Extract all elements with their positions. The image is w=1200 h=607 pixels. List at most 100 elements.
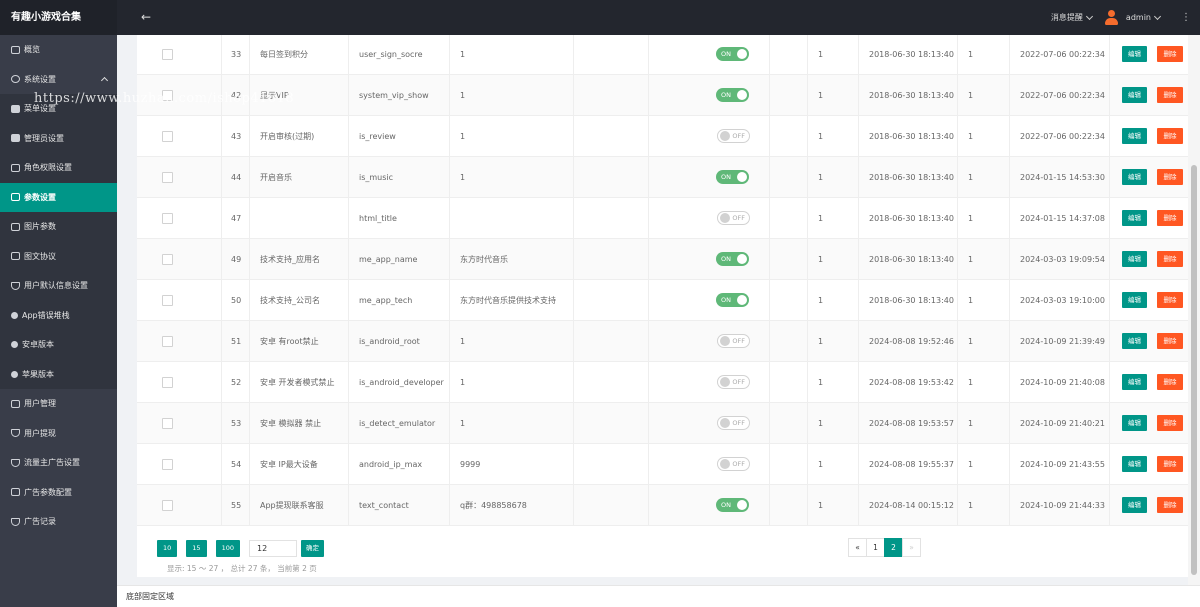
row-checkbox[interactable]: [162, 418, 173, 429]
cell-updated: 2024-03-03 19:10:00: [1010, 280, 1110, 321]
status-toggle[interactable]: OFF: [717, 416, 750, 430]
prev-page-button[interactable]: «: [848, 538, 867, 557]
delete-button[interactable]: 删除: [1157, 128, 1183, 144]
row-checkbox[interactable]: [162, 49, 173, 60]
sidebar-item-0[interactable]: 概览: [0, 35, 117, 65]
vertical-scrollbar[interactable]: [1188, 35, 1200, 585]
scrollbar-thumb[interactable]: [1191, 165, 1197, 575]
page-size-button[interactable]: 15: [186, 540, 207, 557]
delete-button[interactable]: 删除: [1157, 251, 1183, 267]
row-checkbox[interactable]: [162, 336, 173, 347]
checkbox-cell: [137, 444, 222, 485]
sidebar-item-6[interactable]: 图片参数: [0, 212, 117, 242]
cell-value: 1: [450, 157, 574, 198]
edit-button[interactable]: 编辑: [1122, 415, 1147, 431]
sidebar-item-3[interactable]: 管理员设置: [0, 123, 117, 153]
sidebar-item-5[interactable]: 参数设置: [0, 182, 117, 212]
sidebar-item-12[interactable]: 用户管理: [0, 389, 117, 419]
next-page-button[interactable]: »: [902, 538, 921, 557]
sidebar-item-11[interactable]: 苹果版本: [0, 359, 117, 389]
page-size-button[interactable]: 10: [157, 540, 178, 557]
sidebar-item-16[interactable]: 广告记录: [0, 507, 117, 537]
page-size-button[interactable]: 100: [215, 540, 240, 557]
more-vertical-icon[interactable]: ⋮: [1176, 12, 1196, 23]
page-button[interactable]: 1: [866, 538, 885, 557]
checkbox-cell: [137, 485, 222, 526]
status-toggle[interactable]: ON: [716, 47, 749, 61]
edit-button[interactable]: 编辑: [1122, 251, 1147, 267]
delete-button[interactable]: 删除: [1157, 497, 1183, 513]
checkbox-cell: [137, 116, 222, 157]
sidebar-item-13[interactable]: 用户提现: [0, 419, 117, 449]
edit-button[interactable]: 编辑: [1122, 87, 1147, 103]
edit-button[interactable]: 编辑: [1122, 497, 1147, 513]
status-toggle[interactable]: OFF: [717, 457, 750, 471]
delete-button[interactable]: 删除: [1157, 374, 1183, 390]
user-dropdown[interactable]: admin: [1125, 12, 1162, 22]
delete-button[interactable]: 删除: [1157, 87, 1183, 103]
apple-icon: [11, 370, 18, 378]
cell-type: 1: [808, 444, 859, 485]
delete-button[interactable]: 删除: [1157, 333, 1183, 349]
page-size-input[interactable]: 12: [248, 540, 297, 557]
delete-button[interactable]: 删除: [1157, 415, 1183, 431]
status-toggle[interactable]: ON: [716, 293, 749, 307]
edit-button[interactable]: 编辑: [1122, 46, 1147, 62]
delete-button[interactable]: 删除: [1157, 46, 1183, 62]
user-name: admin: [1125, 13, 1151, 22]
status-toggle[interactable]: OFF: [717, 375, 750, 389]
edit-button[interactable]: 编辑: [1122, 333, 1147, 349]
status-toggle[interactable]: ON: [716, 498, 749, 512]
sidebar-item-14[interactable]: 流量主广告设置: [0, 448, 117, 478]
delete-button[interactable]: 删除: [1157, 456, 1183, 472]
cell-editor: 1: [958, 35, 1010, 75]
page-button[interactable]: 2: [884, 538, 903, 557]
sidebar-item-label: 用户默认信息设置: [24, 281, 88, 290]
delete-button[interactable]: 删除: [1157, 292, 1183, 308]
sidebar-item-1[interactable]: 系统设置: [0, 65, 117, 95]
actions-cell: 编辑 删除: [1110, 157, 1192, 198]
edit-button[interactable]: 编辑: [1122, 292, 1147, 308]
cell-name: 安卓 有root禁止: [250, 321, 349, 362]
record-icon: [11, 517, 20, 526]
edit-button[interactable]: 编辑: [1122, 128, 1147, 144]
delete-button[interactable]: 删除: [1157, 210, 1183, 226]
edit-button[interactable]: 编辑: [1122, 210, 1147, 226]
status-toggle[interactable]: ON: [716, 252, 749, 266]
sidebar-item-8[interactable]: 用户默认信息设置: [0, 271, 117, 301]
row-checkbox[interactable]: [162, 172, 173, 183]
edit-button[interactable]: 编辑: [1122, 169, 1147, 185]
cell-name: 开启审核(过期): [250, 116, 349, 157]
back-arrow-icon[interactable]: ←: [138, 8, 154, 26]
status-toggle[interactable]: ON: [716, 170, 749, 184]
status-toggle[interactable]: OFF: [717, 129, 750, 143]
toggle-label: ON: [721, 173, 731, 181]
row-checkbox[interactable]: [162, 295, 173, 306]
sidebar-item-7[interactable]: 图文协议: [0, 241, 117, 271]
row-checkbox[interactable]: [162, 213, 173, 224]
avatar-icon[interactable]: [1104, 9, 1118, 26]
row-checkbox[interactable]: [162, 377, 173, 388]
sidebar-item-10[interactable]: 安卓版本: [0, 330, 117, 360]
table-row: 43 开启审核(过期) is_review 1 OFF 1 2018-06-30 18:13…: [137, 116, 1192, 157]
actions-cell: 编辑 删除: [1110, 444, 1192, 485]
status-toggle[interactable]: OFF: [717, 211, 750, 225]
row-checkbox[interactable]: [162, 459, 173, 470]
confirm-button[interactable]: 确定: [300, 540, 324, 557]
notice-dropdown[interactable]: 消息提醒: [1051, 12, 1093, 23]
cell-type: 1: [808, 403, 859, 444]
edit-button[interactable]: 编辑: [1122, 456, 1147, 472]
status-toggle[interactable]: OFF: [717, 334, 750, 348]
sidebar-item-9[interactable]: App错误堆栈: [0, 300, 117, 330]
empty-cell: [770, 157, 808, 198]
row-checkbox[interactable]: [162, 500, 173, 511]
status-cell: OFF: [649, 403, 770, 444]
status-toggle[interactable]: ON: [716, 88, 749, 102]
edit-button[interactable]: 编辑: [1122, 374, 1147, 390]
row-checkbox[interactable]: [162, 254, 173, 265]
delete-button[interactable]: 删除: [1157, 169, 1183, 185]
cell-type: 1: [808, 321, 859, 362]
row-checkbox[interactable]: [162, 131, 173, 142]
sidebar-item-15[interactable]: 广告参数配置: [0, 478, 117, 508]
sidebar-item-4[interactable]: 角色权限设置: [0, 153, 117, 183]
